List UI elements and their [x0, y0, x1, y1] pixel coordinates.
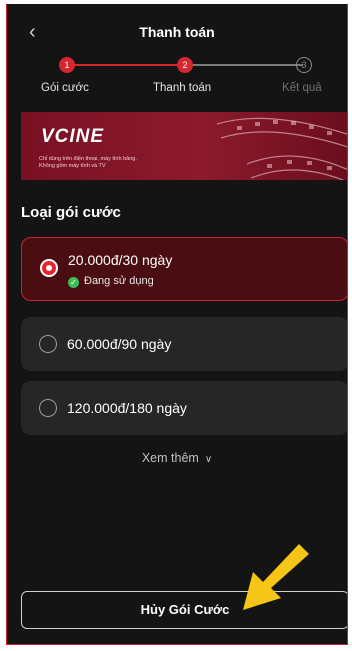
status-badge: ✓ Đang sử dụng [68, 275, 154, 288]
film-strip-icon [216, 117, 347, 180]
step-1-label: Gói cước [41, 82, 89, 94]
see-more-label: Xem thêm [141, 451, 199, 465]
step-1-indicator: 1 [59, 57, 75, 73]
vcine-banner: VCINE Chỉ dùng trên điện thoại, máy tính… [21, 112, 347, 180]
plan-section-title: Loại gói cước [21, 204, 121, 221]
step-connector-pending [189, 64, 303, 66]
step-2-label: Thanh toán [153, 82, 212, 94]
plan-option-180-days[interactable]: 120.000đ/180 ngày [21, 381, 347, 435]
plan-label: 20.000đ/30 ngày [68, 252, 173, 268]
chevron-down-icon: ∨ [204, 454, 213, 465]
plan-option-90-days[interactable]: 60.000đ/90 ngày [21, 317, 347, 371]
vcine-logo: VCINE [41, 126, 105, 147]
payment-stepper: 1 2 3 Gói cước Thanh toán Kết quả [7, 56, 347, 104]
plan-label: 120.000đ/180 ngày [67, 400, 187, 416]
step-connector-done [73, 64, 183, 66]
plan-label: 60.000đ/90 ngày [67, 336, 172, 352]
step-3-label: Kết quả [282, 82, 322, 94]
radio-selected-icon[interactable] [40, 259, 58, 277]
step-2-indicator: 2 [177, 57, 193, 73]
banner-text-line-2: Không gồm máy tính và TV [39, 163, 106, 169]
radio-unselected-icon[interactable] [39, 399, 57, 417]
step-3-indicator: 3 [296, 57, 312, 73]
radio-unselected-icon[interactable] [39, 335, 57, 353]
banner-text-line-1: Chỉ dùng trên điện thoại, máy tính bảng. [39, 156, 137, 162]
page-title: Thanh toán [139, 24, 215, 40]
see-more-button[interactable]: Xem thêm ∨ [7, 451, 347, 465]
plan-option-30-days[interactable]: 20.000đ/30 ngày ✓ Đang sử dụng [21, 237, 347, 301]
check-circle-icon: ✓ [68, 277, 79, 288]
pointing-arrow-icon [243, 544, 309, 610]
status-text: Đang sử dụng [84, 275, 154, 287]
header: ‹ Thanh toán [7, 4, 347, 62]
app-frame: ‹ Thanh toán 1 2 3 Gói cước Thanh toán K… [6, 4, 348, 645]
banner-description: Chỉ dùng trên điện thoại, máy tính bảng.… [39, 156, 219, 170]
